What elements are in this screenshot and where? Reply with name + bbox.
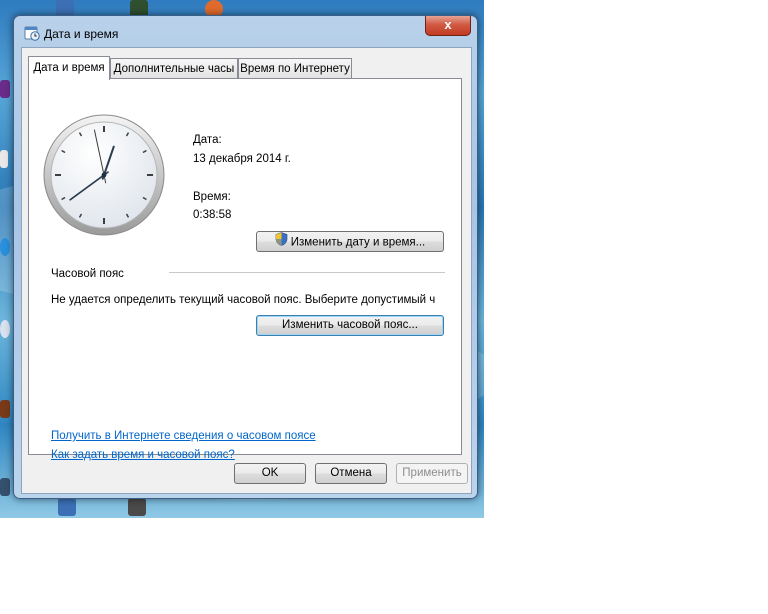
- clock-calendar-icon: [24, 25, 40, 41]
- tab-date-time[interactable]: Дата и время: [28, 56, 110, 80]
- desktop-shortcut-icon[interactable]: [58, 498, 76, 516]
- close-icon: x: [444, 17, 452, 32]
- date-time-dialog: Дата и время x Дата и время Дополнительн…: [13, 15, 478, 499]
- uac-shield-icon: [275, 232, 288, 253]
- change-timezone-button[interactable]: Изменить часовой пояс...: [256, 315, 444, 336]
- change-date-time-label: Изменить дату и время...: [290, 236, 426, 249]
- dialog-client-area: Дата и время Дополнительные часы Время п…: [21, 47, 472, 494]
- desktop-shortcut-icon[interactable]: [0, 478, 10, 496]
- desktop-shortcut-icon[interactable]: [128, 498, 146, 516]
- change-timezone-label: Изменить часовой пояс...: [282, 319, 418, 331]
- cancel-button[interactable]: Отмена: [315, 463, 387, 484]
- date-label: Дата:: [193, 134, 222, 146]
- timezone-info-link[interactable]: Получить в Интернете сведения о часовом …: [51, 430, 316, 442]
- desktop-shortcut-icon[interactable]: [0, 150, 8, 168]
- ok-label: OK: [261, 467, 279, 479]
- apply-label: Применить: [402, 467, 462, 479]
- close-button[interactable]: x: [425, 16, 471, 36]
- ok-button[interactable]: OK: [234, 463, 306, 484]
- time-value: 0:38:58: [193, 209, 232, 221]
- tab-internet-time[interactable]: Время по Интернету: [238, 58, 352, 78]
- desktop-shortcut-icon[interactable]: [0, 320, 10, 338]
- timezone-message: Не удается определить текущий часовой по…: [51, 294, 436, 306]
- timezone-divider: [169, 272, 445, 273]
- desktop-shortcut-icon[interactable]: [0, 400, 10, 418]
- date-value: 13 декабря 2014 г.: [193, 153, 291, 165]
- cancel-label: Отмена: [330, 467, 372, 479]
- tab-panel-date-time: Дата: 13 декабря 2014 г. Время: 0:38:58 …: [28, 78, 462, 461]
- how-to-link[interactable]: Как задать время и часовой пояс?: [51, 449, 235, 461]
- clock-face-icon: [43, 114, 165, 236]
- tab-label: Дополнительные часы: [113, 63, 235, 75]
- analog-clock: [43, 114, 165, 236]
- title-bar[interactable]: Дата и время x: [14, 16, 477, 46]
- desktop-shortcut-icon[interactable]: [0, 80, 10, 98]
- tab-label: Дата и время: [33, 62, 105, 74]
- tab-additional-clocks[interactable]: Дополнительные часы: [110, 58, 238, 78]
- time-label: Время:: [193, 191, 231, 203]
- change-date-time-button[interactable]: Изменить дату и время...: [256, 231, 444, 252]
- desktop-shortcut-icon[interactable]: [0, 238, 10, 256]
- window-title: Дата и время: [44, 27, 119, 41]
- timezone-heading: Часовой пояс: [51, 268, 124, 280]
- tab-label: Время по Интернету: [240, 63, 350, 75]
- apply-button[interactable]: Применить: [396, 463, 468, 484]
